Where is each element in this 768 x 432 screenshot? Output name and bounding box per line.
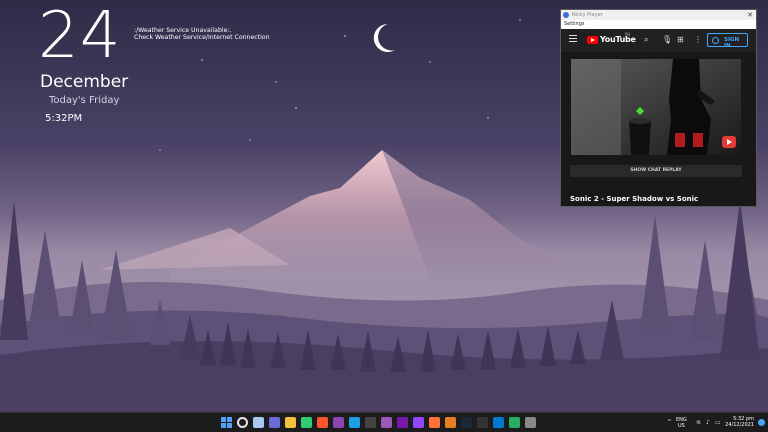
youtube-content: SHOW CHAT REPLAY Sonic 2 - Super Shadow … <box>561 52 756 206</box>
player-titlebar[interactable]: Nicky Player ✕ <box>561 10 756 20</box>
microphone-icon[interactable]: 🎙 <box>662 35 672 44</box>
task-view-icon[interactable] <box>253 417 264 428</box>
taskbar-date: 24/12/2021 <box>725 422 754 428</box>
weather-widget: :/Weather Service Unavailable:. Check We… <box>134 27 270 41</box>
vscode-icon[interactable] <box>493 417 504 428</box>
app-purple-icon[interactable] <box>381 417 392 428</box>
app-colorful-icon[interactable] <box>333 417 344 428</box>
search-icon[interactable]: ⌕ <box>644 35 648 45</box>
close-icon[interactable]: ✕ <box>747 11 753 19</box>
app-dark-icon[interactable] <box>365 417 376 428</box>
account-icon <box>712 36 719 44</box>
chevron-up-icon[interactable]: ^ <box>667 419 672 426</box>
apps-grid-icon[interactable]: ⊞ <box>677 35 684 44</box>
steam-icon[interactable] <box>461 417 472 428</box>
youtube-logo-icon[interactable] <box>587 36 598 44</box>
terminal-icon[interactable] <box>477 417 488 428</box>
youtube-header: YouTube PH ⌕ 🎙 ⊞ ⋮ SIGN IN <box>561 29 756 52</box>
sign-in-button[interactable]: SIGN IN <box>707 33 748 49</box>
widget-time: 5:32PM <box>45 113 83 124</box>
taskbar: ^ ENG US ≋ ♪ ▭ 5:32 pm 24/12/2021 <box>0 412 768 432</box>
onenote-icon[interactable] <box>397 417 408 428</box>
edge-icon[interactable] <box>349 417 360 428</box>
video-title[interactable]: Sonic 2 - Super Shadow vs Sonic <box>570 195 698 203</box>
widget-month: December <box>40 72 129 92</box>
hamburger-menu-icon[interactable] <box>569 35 577 44</box>
youtube-play-icon[interactable] <box>722 136 736 148</box>
twitch-icon[interactable] <box>413 417 424 428</box>
show-chat-replay-button[interactable]: SHOW CHAT REPLAY <box>570 165 742 177</box>
taskbar-clock[interactable]: 5:32 pm 24/12/2021 <box>725 416 754 428</box>
player-window[interactable]: Nicky Player ✕ Settings YouTube PH ⌕ 🎙 ⊞… <box>560 9 757 207</box>
app-icon <box>563 12 569 18</box>
widget-day-number: 24 <box>38 0 122 73</box>
file-explorer-icon[interactable] <box>285 417 296 428</box>
youtube-region-code: PH <box>625 32 631 37</box>
app-colorful2-icon[interactable] <box>509 417 520 428</box>
menu-bar: Settings <box>561 20 756 29</box>
more-options-icon[interactable]: ⋮ <box>694 35 702 44</box>
settings-gear-icon[interactable] <box>525 417 536 428</box>
window-title: Nicky Player <box>572 12 603 18</box>
volume-icon[interactable]: ♪ <box>706 419 710 426</box>
video-player[interactable] <box>571 59 741 155</box>
wifi-icon[interactable]: ≋ <box>696 419 701 426</box>
chat-icon[interactable] <box>269 417 280 428</box>
weather-status-line: :/Weather Service Unavailable:. <box>134 27 232 34</box>
firefox-icon[interactable] <box>429 417 440 428</box>
windows-start-icon[interactable] <box>221 417 232 428</box>
weather-help-line: Check Weather Service/Internet Connectio… <box>134 34 270 41</box>
region-code: US <box>677 423 685 429</box>
battery-icon[interactable]: ▭ <box>715 419 721 426</box>
menu-settings[interactable]: Settings <box>564 21 585 27</box>
app-green-icon[interactable] <box>301 417 312 428</box>
app-orange-icon[interactable] <box>445 417 456 428</box>
widget-weekday: Today's Friday <box>49 95 120 106</box>
brave-icon[interactable] <box>317 417 328 428</box>
search-icon[interactable] <box>237 417 248 428</box>
sign-in-label: SIGN IN <box>724 37 740 49</box>
notification-icon[interactable] <box>758 419 765 426</box>
video-thumbnail <box>571 59 741 155</box>
language-indicator[interactable]: ENG US <box>676 417 687 429</box>
